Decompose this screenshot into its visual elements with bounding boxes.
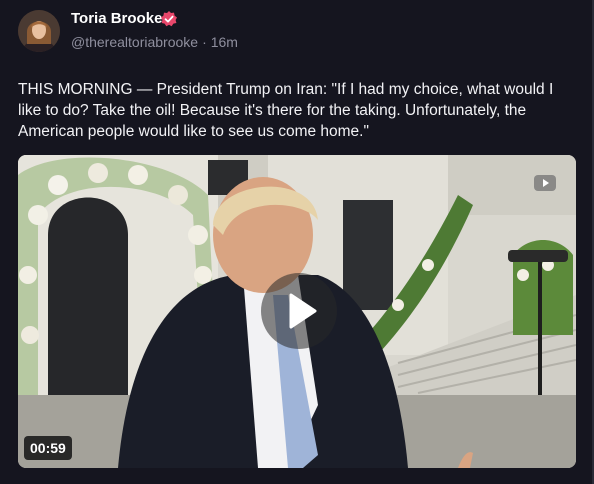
play-icon <box>289 293 317 329</box>
avatar[interactable] <box>18 10 60 52</box>
verified-badge-icon <box>161 11 177 27</box>
post-text: THIS MORNING — President Trump on Iran: … <box>18 81 554 140</box>
video-duration: 00:59 <box>24 436 72 460</box>
post-meta: @therealtoriabrooke · 16m <box>71 34 238 50</box>
avatar-image <box>18 10 60 52</box>
play-button[interactable] <box>261 273 337 349</box>
author-name[interactable]: Toria Brooke <box>71 10 162 27</box>
author-handle[interactable]: @therealtoriabrooke <box>71 34 198 50</box>
video-icon <box>534 175 556 191</box>
meta-separator: · <box>202 34 207 50</box>
post-timestamp[interactable]: 16m <box>211 34 238 50</box>
video-player[interactable]: 00:59 <box>18 155 576 468</box>
post-card: Toria Brooke @therealtoriabrooke · 16m THI… <box>0 0 594 484</box>
